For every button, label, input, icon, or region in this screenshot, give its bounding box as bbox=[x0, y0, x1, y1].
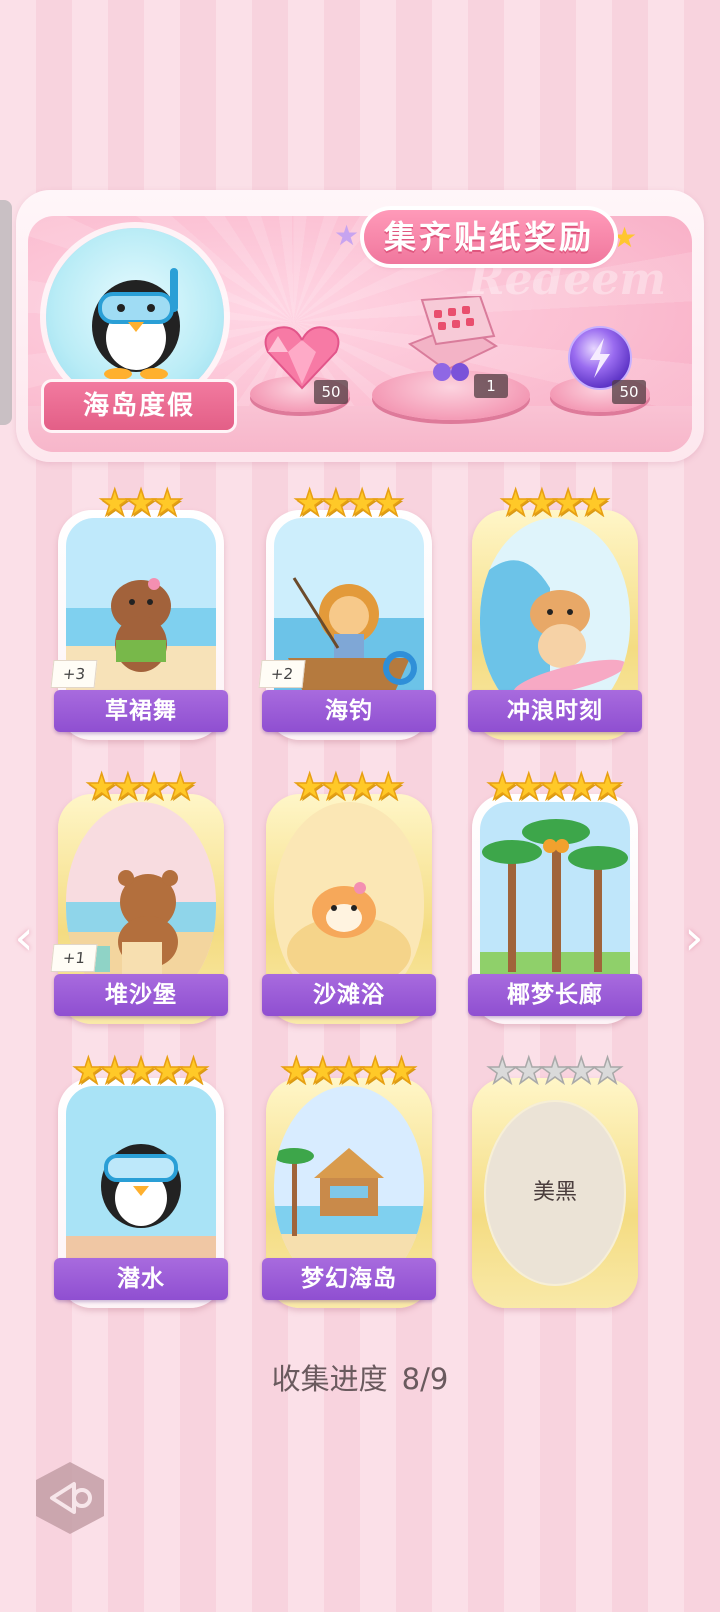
sticker-card[interactable]: +2 海钓 ★★★★ bbox=[258, 485, 436, 740]
sticker-card[interactable]: +3 草裙舞 ★★★ bbox=[50, 485, 228, 740]
sticker-name: 椰梦长廊 bbox=[468, 974, 642, 1016]
sticker-card[interactable]: 沙滩浴 ★★★★ bbox=[262, 769, 436, 1024]
reward-count-badge: 50 bbox=[612, 380, 646, 404]
rarity-stars: ★★★★★ bbox=[472, 1051, 638, 1092]
rarity-stars: ★★★ bbox=[58, 483, 224, 524]
reward-title: 集齐贴纸奖励 bbox=[364, 210, 615, 264]
star-icon: ★ bbox=[591, 767, 625, 808]
star-decoration-icon: ★ bbox=[334, 219, 360, 252]
sticker-card[interactable]: 潜水 ★★★★★ bbox=[54, 1053, 228, 1308]
star-icon: ★ bbox=[385, 1051, 419, 1092]
sticker-card[interactable]: 椰梦长廊 ★★★★★ bbox=[468, 769, 642, 1024]
collection-progress: 收集进度 8/9 bbox=[0, 1356, 720, 1398]
rarity-stars: ★★★★ bbox=[472, 483, 638, 524]
reward-count-badge: 1 bbox=[474, 374, 508, 398]
sticker-name: 梦幻海岛 bbox=[262, 1258, 436, 1300]
next-page-chevron-icon[interactable]: › bbox=[676, 908, 712, 968]
star-icon: ★ bbox=[372, 767, 406, 808]
star-icon: ★ bbox=[372, 483, 406, 524]
star-decoration-icon: ★ bbox=[612, 221, 638, 254]
rarity-stars: ★★★★ bbox=[266, 483, 432, 524]
star-icon: ★ bbox=[177, 1051, 211, 1092]
rarity-stars: ★★★★★ bbox=[58, 1051, 224, 1092]
sticker-name: 沙滩浴 bbox=[262, 974, 436, 1016]
side-drawer-tab[interactable] bbox=[0, 200, 12, 425]
rarity-stars: ★★★★★ bbox=[266, 1051, 432, 1092]
progress-label: 收集进度 bbox=[271, 1362, 388, 1396]
sticker-card[interactable]: +1 堆沙堡 ★★★★ bbox=[50, 769, 228, 1024]
star-icon: ★ bbox=[591, 1051, 625, 1092]
penguin-icon bbox=[92, 268, 180, 380]
star-icon: ★ bbox=[164, 767, 198, 808]
sticker-card-locked[interactable]: 美黑 ★★★★★ bbox=[472, 1053, 638, 1308]
star-icon: ★ bbox=[578, 483, 612, 524]
duplicate-count-badge: +3 bbox=[50, 660, 98, 688]
duplicate-count-badge: +1 bbox=[50, 944, 98, 972]
back-arrow-icon[interactable] bbox=[32, 1460, 108, 1536]
sticker-card[interactable]: 梦幻海岛 ★★★★★ bbox=[262, 1053, 436, 1308]
rarity-stars: ★★★★ bbox=[266, 767, 432, 808]
rarity-stars: ★★★★★ bbox=[472, 767, 638, 808]
sticker-name: 美黑 bbox=[532, 1180, 577, 1205]
reward-banner: Redeem ★ ★ 集齐贴纸奖励 海岛度假 50 1 50 bbox=[16, 190, 704, 462]
sticker-name: 堆沙堡 bbox=[54, 974, 228, 1016]
progress-value: 8/9 bbox=[401, 1362, 449, 1396]
prev-page-chevron-icon[interactable]: ‹ bbox=[6, 908, 42, 968]
sticker-name: 冲浪时刻 bbox=[468, 690, 642, 732]
duplicate-count-badge: +2 bbox=[258, 660, 306, 688]
sticker-name: 草裙舞 bbox=[54, 690, 228, 732]
sticker-name: 海钓 bbox=[262, 690, 436, 732]
reward-count-badge: 50 bbox=[314, 380, 348, 404]
theme-name-label: 海岛度假 bbox=[44, 382, 234, 430]
sticker-name: 潜水 bbox=[54, 1258, 228, 1300]
star-icon: ★ bbox=[150, 483, 184, 524]
sticker-card[interactable]: 冲浪时刻 ★★★★ bbox=[468, 485, 642, 740]
theme-portrait bbox=[46, 228, 224, 406]
rarity-stars: ★★★★ bbox=[58, 767, 224, 808]
